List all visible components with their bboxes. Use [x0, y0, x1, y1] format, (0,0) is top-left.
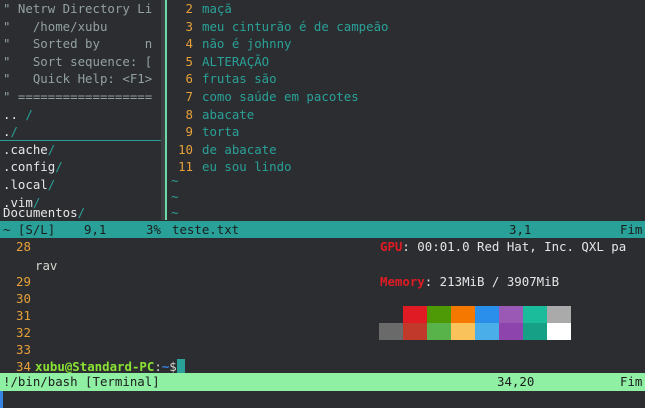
color-swatch: [403, 323, 427, 340]
editor-pane[interactable]: 2 maçã 3 meu cinturão é de campeão 4 não…: [167, 0, 645, 220]
color-swatch: [427, 323, 451, 340]
terminal-status-title: !/bin/bash [Terminal]: [3, 374, 160, 389]
editor-line[interactable]: não é johnny: [202, 35, 292, 53]
terminal-cursor: [176, 359, 185, 373]
terminal-line-number: 34: [16, 359, 31, 373]
color-swatch: [451, 306, 475, 323]
color-swatch: [379, 306, 403, 323]
line-number: 8: [185, 106, 193, 122]
line-number: 3: [185, 18, 193, 34]
line-number: 2: [185, 1, 193, 16]
editor-line[interactable]: ALTERAÇÃO: [202, 53, 269, 71]
netrw-status-mode: ~ [S/L]: [3, 222, 56, 237]
editor-line[interactable]: frutas são: [202, 70, 277, 88]
command-line-cursor: [0, 391, 3, 408]
editor-line[interactable]: como saúde em pacotes: [202, 88, 359, 106]
color-swatch: [379, 323, 403, 340]
line-number: 4: [185, 36, 193, 52]
netrw-status-position: 9,1: [84, 222, 107, 237]
line-number: 7: [185, 89, 193, 104]
color-swatch: [427, 306, 451, 323]
netrw-header-line: " /home/xubu: [3, 18, 108, 34]
line-number: 6: [185, 71, 193, 87]
terminal-line-number: 30: [16, 291, 31, 306]
status-cursor-position: 3,1: [509, 222, 532, 237]
status-filename: teste.txt: [172, 222, 240, 237]
netrw-entry-local[interactable]: .local/: [3, 176, 55, 194]
editor-line[interactable]: maçã: [202, 0, 232, 18]
empty-line-tilde: ~: [171, 189, 179, 204]
editor-line[interactable]: eu sou lindo: [202, 158, 292, 176]
shell-prompt[interactable]: xubu@Standard-PC:~$: [35, 358, 185, 373]
netrw-entry-documentos[interactable]: Documentos/: [3, 204, 85, 220]
color-swatch: [499, 306, 523, 323]
netrw-header-line: " Sorted by n: [3, 36, 153, 52]
terminal-line-number: 32: [16, 325, 31, 340]
netrw-entry-cache[interactable]: .cache/: [3, 141, 55, 159]
netrw-entry-current[interactable]: ./: [3, 123, 18, 141]
color-swatch: [475, 306, 499, 323]
color-swatch: [523, 323, 547, 340]
netrw-header-line: " Sort sequence: [: [3, 53, 153, 69]
empty-line-tilde: ~: [171, 205, 179, 220]
status-scroll-indicator: Fim: [620, 222, 643, 237]
netrw-status-percent: 3%: [146, 222, 161, 237]
line-number: 9: [185, 124, 193, 140]
color-swatch: [547, 306, 571, 323]
netrw-header-line: " Netrw Directory Li: [3, 1, 153, 16]
terminal-status-cursor-position: 34,20: [497, 374, 535, 389]
terminal-line-number: 33: [16, 342, 31, 357]
terminal-text-rav: rav: [35, 258, 58, 273]
terminal-pane[interactable]: 28 GPU: 00:01.0 Red Hat, Inc. QXL pa rav…: [0, 238, 645, 373]
netrw-entry-config[interactable]: .config/: [3, 158, 63, 176]
terminal-status-line: !/bin/bash [Terminal] 34,20 Fim: [0, 373, 645, 391]
netrw-header-line: " ==================: [3, 89, 153, 104]
color-swatch: [523, 306, 547, 323]
color-swatch: [499, 323, 523, 340]
editor-line[interactable]: de abacate: [202, 141, 277, 159]
netrw-entry-parent[interactable]: .. /: [3, 106, 33, 124]
color-swatch: [547, 323, 571, 340]
line-number: 10: [178, 141, 193, 157]
neofetch-gpu-line: GPU: 00:01.0 Red Hat, Inc. QXL pa: [380, 239, 627, 254]
editor-status-line: ~ [S/L] 9,1 3% teste.txt 3,1 Fim: [0, 221, 645, 238]
terminal-line-number: 28: [16, 239, 31, 254]
editor-line[interactable]: abacate: [202, 106, 254, 124]
line-number: 5: [185, 53, 193, 69]
color-swatch: [451, 323, 475, 340]
netrw-header-line: " Quick Help: <F1>: [3, 71, 153, 87]
color-swatch: [403, 306, 427, 323]
empty-line-tilde: ~: [171, 173, 179, 188]
netrw-pane[interactable]: " Netrw Directory Li " /home/xubu " Sort…: [0, 0, 161, 220]
terminal-line-number: 31: [16, 308, 31, 323]
terminal-status-scroll-indicator: Fim: [620, 374, 643, 389]
neofetch-memory-line: Memory: 213MiB / 3907MiB: [380, 274, 560, 289]
editor-line[interactable]: meu cinturão é de campeão: [202, 18, 389, 36]
color-swatch: [475, 323, 499, 340]
editor-line[interactable]: torta: [202, 123, 239, 141]
terminal-line-number: 29: [16, 274, 31, 289]
